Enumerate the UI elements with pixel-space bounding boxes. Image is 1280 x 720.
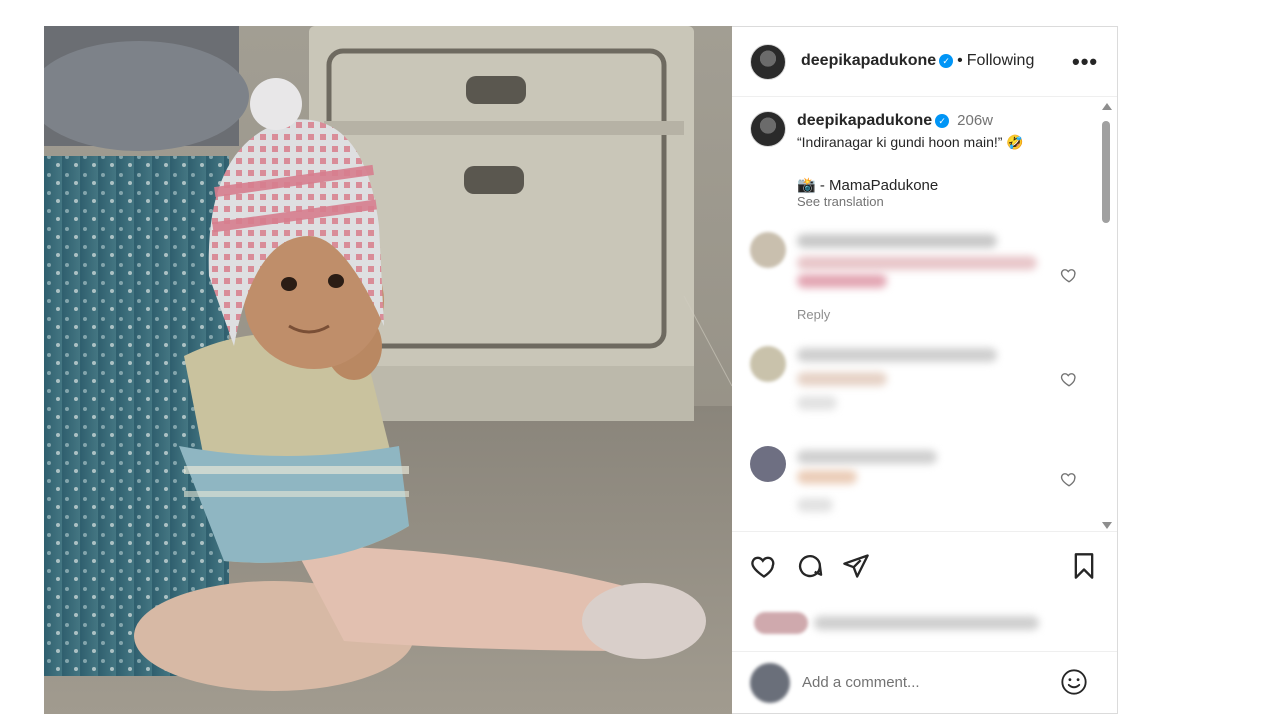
comment-item xyxy=(732,446,1117,530)
caption-header: deepikapadukone ✓ 206w xyxy=(797,112,993,130)
see-translation-link[interactable]: See translation xyxy=(797,194,884,209)
comment-avatar[interactable] xyxy=(750,232,786,268)
blurred-comment-username xyxy=(797,450,937,464)
comment-item xyxy=(732,338,1117,428)
caption-timestamp[interactable]: 206w xyxy=(957,112,993,129)
add-comment-bar xyxy=(732,651,1117,714)
caption-text: “Indiranagar ki gundi hoon main!” 🤣 xyxy=(797,134,1024,150)
blurred-comment-text xyxy=(797,274,887,288)
reply-button[interactable]: Reply xyxy=(797,307,830,322)
header-username[interactable]: deepikapadukone xyxy=(801,52,936,69)
add-comment-input[interactable] xyxy=(802,668,1042,696)
scroll-down-arrow-icon[interactable] xyxy=(1102,522,1112,529)
caption-username[interactable]: deepikapadukone xyxy=(797,112,932,129)
comment-like-heart-icon[interactable] xyxy=(1060,470,1078,488)
comment-like-heart-icon[interactable] xyxy=(1060,370,1078,388)
heart-icon[interactable] xyxy=(750,552,778,580)
blurred-comment-username xyxy=(797,234,997,248)
post-header: deepikapadukone ✓ • Following ••• xyxy=(732,27,1117,97)
blurred-comment-meta xyxy=(797,396,837,410)
blurred-comment-meta xyxy=(797,498,833,512)
post-photo[interactable] xyxy=(44,26,732,714)
comments-list[interactable]: deepikapadukone ✓ 206w “Indiranagar ki gun… xyxy=(732,98,1117,530)
scroll-up-arrow-icon[interactable] xyxy=(1102,103,1112,110)
bookmark-icon[interactable] xyxy=(1070,552,1098,580)
caption-avatar[interactable] xyxy=(750,111,786,147)
blurred-comment-username xyxy=(797,348,997,362)
current-user-avatar[interactable] xyxy=(750,663,790,703)
comment-item: Reply xyxy=(732,226,1117,322)
blurred-comment-text xyxy=(797,372,887,386)
separator-dot: • xyxy=(957,52,963,69)
comment-avatar[interactable] xyxy=(750,346,786,382)
more-options-icon[interactable]: ••• xyxy=(1072,49,1098,75)
blurred-comment-text xyxy=(797,256,1037,270)
profile-avatar[interactable] xyxy=(750,44,786,80)
verified-badge-icon: ✓ xyxy=(935,114,950,128)
comment-avatar[interactable] xyxy=(750,446,786,482)
scroll-thumb[interactable] xyxy=(1102,121,1110,223)
comments-scrollbar[interactable] xyxy=(1100,103,1112,529)
header-user-line: deepikapadukone ✓ • Following xyxy=(801,52,1034,70)
post-actions-bar xyxy=(732,531,1117,651)
post-details-panel: deepikapadukone ✓ • Following ••• deepikapa… xyxy=(732,26,1118,714)
blurred-comment-text xyxy=(797,470,857,484)
send-icon[interactable] xyxy=(842,552,870,580)
smiley-icon[interactable] xyxy=(1060,668,1088,696)
blurred-likes-avatars xyxy=(754,612,808,634)
blurred-likes-text xyxy=(814,616,1039,630)
verified-badge-icon: ✓ xyxy=(939,54,954,68)
post-image xyxy=(44,26,732,714)
following-button[interactable]: Following xyxy=(967,52,1035,69)
comment-like-heart-icon[interactable] xyxy=(1060,266,1078,284)
photo-credit: 📸 - MamaPadukone xyxy=(797,177,939,194)
comment-icon[interactable] xyxy=(796,552,824,580)
